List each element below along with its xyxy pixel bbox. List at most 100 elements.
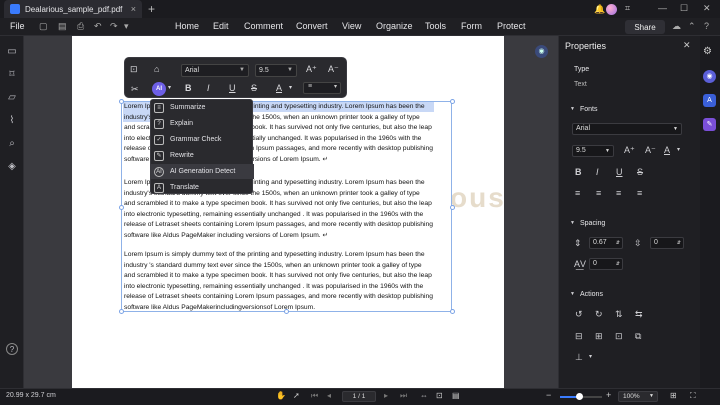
ai-menu-rewrite[interactable]: ✎ Rewrite [151,148,254,163]
tab-close-icon[interactable]: × [131,4,136,14]
underline-button[interactable]: U [616,167,623,177]
resize-handle[interactable] [450,309,455,314]
minimize-button[interactable]: — [658,3,667,13]
next-page-icon[interactable]: ▸ [384,391,388,400]
scissors-icon[interactable]: ✂ [131,84,139,95]
fit-width-icon[interactable]: ⇔ [420,391,428,400]
bold-button[interactable]: B [185,83,192,93]
flip-vertical-icon[interactable]: ⇅ [615,309,623,320]
gift-icon[interactable]: ⌗ [625,3,630,14]
resize-handle[interactable] [119,309,124,314]
menu-protect[interactable]: Protect [497,21,526,31]
ai-menu-grammar-check[interactable]: ✓ Grammar Check [151,132,254,147]
increase-font-icon[interactable]: A⁺ [306,64,317,75]
resize-handle[interactable] [284,309,289,314]
align-left-icon[interactable]: ≡ [575,188,580,198]
ai-menu-translate[interactable]: A Translate [151,180,254,195]
menu-view[interactable]: View [342,21,361,31]
fullscreen-icon[interactable]: ⛶ [690,391,696,401]
text-style-icon[interactable]: ⌂ [154,64,159,74]
new-tab-button[interactable]: + [148,2,155,16]
redo-icon[interactable]: ↷ [110,21,118,32]
close-icon[interactable]: ✕ [683,40,691,51]
flip-horizontal-icon[interactable]: ⇆ [635,309,643,320]
menu-home[interactable]: Home [175,21,199,31]
align-center-icon[interactable]: ≡ [596,188,601,198]
zoom-level-select[interactable]: 100% ▼ [618,391,658,402]
ai-menu-explain[interactable]: ? Explain [151,116,254,131]
cloud-upload-icon[interactable]: ☁ [672,21,681,32]
zoom-in-icon[interactable]: + [606,390,611,400]
quick-access-dropdown-icon[interactable]: ▾ [124,21,129,32]
close-window-button[interactable]: ✕ [703,3,711,14]
line-spacing-field[interactable]: 0.67 ⇵ [589,237,623,249]
comment-icon[interactable]: ▱ [6,92,18,104]
notification-bell-icon[interactable]: 🔔 [594,4,605,15]
previous-page-icon[interactable]: ◂ [327,391,331,400]
crop-icon[interactable]: ⊡ [615,331,623,342]
fit-page-icon[interactable]: ⊡ [436,391,443,400]
replace-icon[interactable]: ⧉ [635,331,641,342]
strikethrough-button[interactable]: S [251,83,257,93]
font-size-field[interactable]: 9.5 ▼ [572,145,614,157]
arrange-icon[interactable]: ⊥ [575,352,583,363]
ai-menu-ai-generation-detect[interactable]: AI AI Generation Detect [151,164,254,179]
align-justify-icon[interactable]: ≡ [637,188,642,198]
spinner-icon[interactable]: ⇵ [677,238,681,248]
rotate-right-icon[interactable]: ↻ [595,309,603,320]
help-circle-icon[interactable]: ? [6,343,18,355]
font-color-button[interactable]: A [276,83,282,93]
menu-convert[interactable]: Convert [296,21,328,31]
select-tool-icon[interactable]: ➚ [293,391,300,400]
character-spacing-field[interactable]: 0 ⇵ [589,258,623,270]
share-button[interactable]: Share [625,20,665,34]
chevron-down-icon[interactable]: ▾ [289,84,292,91]
menu-comment[interactable]: Comment [244,21,283,31]
attachment-icon[interactable]: ⌇ [6,115,18,127]
menu-edit[interactable]: Edit [213,21,229,31]
menu-tools[interactable]: Tools [425,21,446,31]
open-file-icon[interactable]: ▢ [39,21,48,32]
discord-icon[interactable]: ◉ [703,70,716,83]
hand-tool-icon[interactable]: ✋ [276,391,286,400]
ai-menu-summarize[interactable]: ≡ Summarize [151,100,254,115]
resize-handle[interactable] [450,205,455,210]
reading-mode-icon[interactable]: ▤ [452,391,460,400]
properties-toggle-icon[interactable]: ⚙ [703,46,712,57]
chevron-down-icon[interactable]: ▼ [570,106,575,112]
thumbnails-icon[interactable]: ▭ [6,46,18,58]
last-page-icon[interactable]: ⏭ [400,391,407,401]
spinner-icon[interactable]: ⇵ [616,238,620,248]
resize-handle[interactable] [450,99,455,104]
font-family-select[interactable]: Arial ▼ [181,64,249,77]
align-objects-icon[interactable]: ⊟ [575,331,583,342]
document-tab[interactable]: Dealarious_sample_pdf.pdf × [4,0,142,18]
first-page-icon[interactable]: ⏮ [311,391,318,401]
italic-button[interactable]: I [596,167,599,177]
strikethrough-button[interactable]: S [637,167,643,177]
zoom-slider-handle[interactable] [575,393,583,400]
bold-button[interactable]: B [575,167,582,177]
zoom-out-icon[interactable]: − [546,390,551,400]
font-size-select[interactable]: 9.5 ▼ [255,64,297,77]
save-icon[interactable]: ▤ [58,21,67,32]
help-icon[interactable]: ? [704,21,709,31]
italic-button[interactable]: I [207,83,210,93]
ocr-icon[interactable]: ⊡ [130,64,138,75]
chevron-down-icon[interactable]: ▾ [589,353,592,360]
ai-tools-icon[interactable]: ✎ [703,118,716,131]
ai-assistant-fab[interactable]: ◉ [535,45,548,58]
align-right-icon[interactable]: ≡ [616,188,621,198]
resize-handle[interactable] [119,99,124,104]
paragraph-spacing-field[interactable]: 0 ⇵ [650,237,684,249]
chevron-down-icon[interactable]: ▼ [570,291,575,297]
alignment-select[interactable]: ≡ ▾ [303,82,341,94]
menu-organize[interactable]: Organize [376,21,413,31]
maximize-button[interactable]: ☐ [680,3,688,14]
undo-icon[interactable]: ↶ [94,21,102,32]
font-color-icon[interactable]: A [664,145,670,155]
distribute-icon[interactable]: ⊞ [595,331,603,342]
print-icon[interactable]: ⎙ [77,21,84,32]
ai-dropdown-icon[interactable]: ▾ [168,84,171,91]
chevron-down-icon[interactable]: ▾ [677,146,680,153]
